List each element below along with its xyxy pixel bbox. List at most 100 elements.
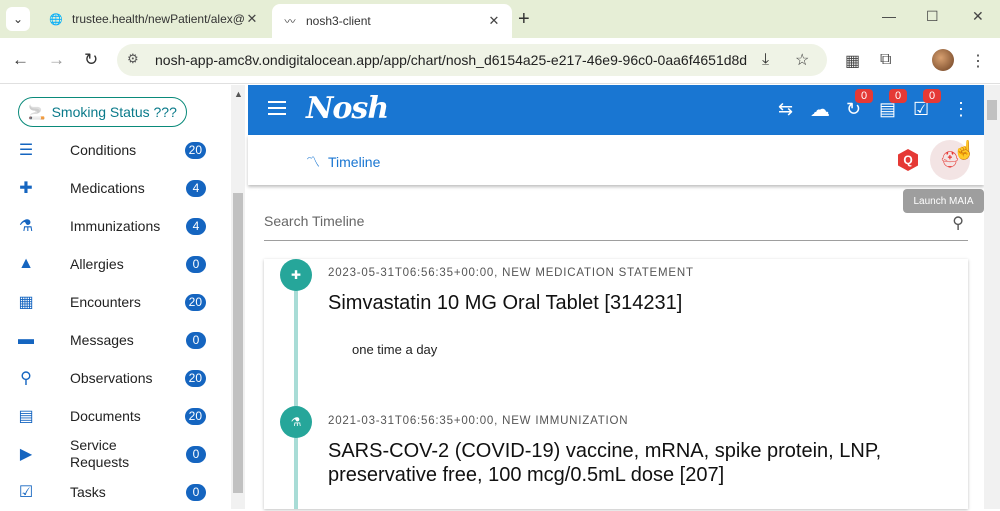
- sidebar-item-label: Immunizations: [70, 217, 161, 234]
- sidebar-item-documents[interactable]: ▤ Documents 20: [0, 397, 210, 435]
- search-timeline[interactable]: Search Timeline ⚲: [264, 205, 968, 241]
- q-icon[interactable]: Q: [898, 149, 918, 171]
- count-badge: 20: [184, 141, 206, 159]
- browser-menu-icon[interactable]: ⋮: [970, 51, 986, 71]
- count-badge: 0: [186, 445, 206, 463]
- count-badge: 4: [186, 217, 206, 235]
- task-icon: ☑: [18, 484, 34, 501]
- timeline-entry-meta: 2023-05-31T06:56:35+00:00, NEW MEDICATIO…: [328, 267, 694, 279]
- page-scrollbar-thumb[interactable]: [987, 100, 997, 120]
- sidebar-item-messages[interactable]: ▬ Messages 0: [0, 321, 210, 359]
- site-info-icon[interactable]: ⚙: [127, 51, 139, 67]
- vaccine-icon: ⚗: [280, 406, 312, 438]
- bookmark-star-icon[interactable]: ☆: [795, 50, 809, 70]
- new-tab-icon[interactable]: +: [518, 8, 530, 31]
- sidebar-item-label: Service Requests: [70, 437, 130, 470]
- sidebar-item-label: Encounters: [70, 293, 141, 310]
- nosh-icon: 〰: [284, 16, 296, 28]
- sidebar-item-label: Tasks: [70, 483, 106, 500]
- warning-icon: ▲: [18, 255, 34, 272]
- timeline-card: ✚ 2023-05-31T06:56:35+00:00, NEW MEDICAT…: [264, 259, 968, 509]
- page-scrollbar[interactable]: [984, 85, 1000, 509]
- profile-avatar[interactable]: [932, 49, 954, 71]
- install-app-icon[interactable]: ⤓: [762, 51, 769, 69]
- sub-toolbar: 〽 Timeline Q ⛑: [248, 135, 984, 185]
- sidebar-item-encounters[interactable]: ▦ Encounters 20: [0, 283, 210, 321]
- cloud-icon[interactable]: ☁: [810, 97, 830, 122]
- count-badge: 20: [184, 293, 206, 311]
- tab-title: nosh3-client: [306, 14, 371, 28]
- smoking-status-label: Smoking Status ???: [51, 104, 177, 120]
- vaccine-icon: ⚗: [18, 218, 34, 235]
- tasks-badge: 0: [923, 89, 941, 103]
- maximize-icon[interactable]: ☐: [926, 8, 939, 25]
- minimize-icon[interactable]: —: [882, 8, 896, 24]
- count-badge: 4: [186, 179, 206, 197]
- sidebar-item-tasks[interactable]: ☑ Tasks 0: [0, 473, 210, 511]
- close-window-icon[interactable]: ✕: [972, 8, 984, 25]
- close-tab-icon[interactable]: ✕: [486, 13, 502, 29]
- sidebar-item-label: Observations: [70, 369, 153, 386]
- sidebar-item-observations[interactable]: ⚲ Observations 20: [0, 359, 210, 397]
- sidebar: 🚬 Smoking Status ??? ☰ Conditions 20 ✚ M…: [0, 85, 248, 509]
- sidebar-item-label: Conditions: [70, 141, 137, 158]
- timeline-icon: 〽: [306, 154, 320, 170]
- url-text: nosh-app-amc8v.ondigitalocean.app/app/ch…: [155, 52, 748, 68]
- microscope-icon: ⚲: [20, 370, 32, 387]
- medication-icon: ✚: [19, 180, 33, 197]
- browser-tab-strip: ⌄ 🌐 trustee.health/newPatient/alex@ ✕ 〰 …: [0, 0, 1000, 38]
- timeline-line: [294, 289, 298, 509]
- menu-icon[interactable]: [268, 101, 286, 115]
- scroll-up-icon[interactable]: ▲: [234, 89, 243, 99]
- count-badge: 0: [186, 483, 206, 501]
- sidebar-item-service-requests[interactable]: ▶ Service Requests 0: [0, 435, 210, 473]
- search-input[interactable]: Search Timeline: [264, 213, 364, 229]
- timeline-tab[interactable]: 〽 Timeline: [306, 152, 380, 172]
- message-icon: ▬: [18, 331, 34, 348]
- timeline-entry-note: one time a day: [352, 342, 438, 357]
- close-tab-icon[interactable]: ✕: [244, 11, 260, 27]
- document-icon: ▤: [18, 408, 34, 425]
- app-bar: Nosh ⇆ ☁ ↻ 0 ▤ 0 ☑ 0 ⋮: [248, 85, 984, 135]
- more-vert-icon[interactable]: ⋮: [952, 99, 970, 120]
- mouse-cursor-icon: ☝: [953, 140, 976, 160]
- patient-switch-icon[interactable]: ⇆: [778, 99, 793, 120]
- count-badge: 0: [186, 331, 206, 349]
- tab-title: trustee.health/newPatient/alex@: [72, 12, 244, 26]
- browser-tab-nosh[interactable]: 〰 nosh3-client ✕: [272, 4, 512, 38]
- sidebar-item-medications[interactable]: ✚ Medications 4: [0, 169, 210, 207]
- sidebar-item-label: Allergies: [70, 255, 124, 272]
- app-logo: Nosh: [306, 91, 389, 126]
- calendar-icon: ▦: [18, 294, 34, 311]
- browser-tab-trustee[interactable]: 🌐 trustee.health/newPatient/alex@ ✕: [38, 4, 270, 34]
- timeline-entry-title[interactable]: Simvastatin 10 MG Oral Tablet [314231]: [328, 291, 948, 315]
- sidebar-scrollbar-thumb[interactable]: [233, 193, 243, 493]
- reload-icon[interactable]: ↻: [84, 50, 98, 70]
- browser-toolbar: ← → ↻ ⚙ nosh-app-amc8v.ondigitalocean.ap…: [0, 38, 1000, 84]
- service-request-icon: ▶: [19, 446, 33, 463]
- extension-icon[interactable]: ▦: [845, 51, 860, 71]
- sidebar-item-label: Medications: [70, 179, 145, 196]
- back-icon[interactable]: ←: [12, 50, 29, 70]
- timeline-entry-meta: 2021-03-31T06:56:35+00:00, NEW IMMUNIZAT…: [328, 415, 629, 427]
- forward-icon[interactable]: →: [48, 50, 65, 70]
- search-icon[interactable]: ⚲: [952, 213, 964, 233]
- timeline-tab-label: Timeline: [328, 154, 381, 170]
- sidebar-item-immunizations[interactable]: ⚗ Immunizations 4: [0, 207, 210, 245]
- sync-badge: 0: [855, 89, 873, 103]
- sidebar-item-label: Messages: [70, 331, 134, 348]
- messages-badge: 0: [889, 89, 907, 103]
- address-bar[interactable]: ⚙ nosh-app-amc8v.ondigitalocean.app/app/…: [117, 44, 827, 76]
- sidebar-item-conditions[interactable]: ☰ Conditions 20: [0, 131, 210, 169]
- sidebar-item-label: Documents: [70, 407, 141, 424]
- tab-search-icon[interactable]: ⌄: [6, 7, 30, 31]
- count-badge: 20: [184, 407, 206, 425]
- sidebar-item-allergies[interactable]: ▲ Allergies 0: [0, 245, 210, 283]
- puzzle-icon[interactable]: ⧉: [880, 51, 891, 69]
- cigarette-icon: 🚬: [28, 103, 46, 120]
- smoking-status-button[interactable]: 🚬 Smoking Status ???: [18, 97, 187, 127]
- medication-icon: ✚: [280, 259, 312, 291]
- timeline-entry-title[interactable]: SARS-COV-2 (COVID-19) vaccine, mRNA, spi…: [328, 439, 948, 487]
- globe-icon: 🌐: [49, 13, 63, 26]
- list-icon: ☰: [18, 142, 34, 159]
